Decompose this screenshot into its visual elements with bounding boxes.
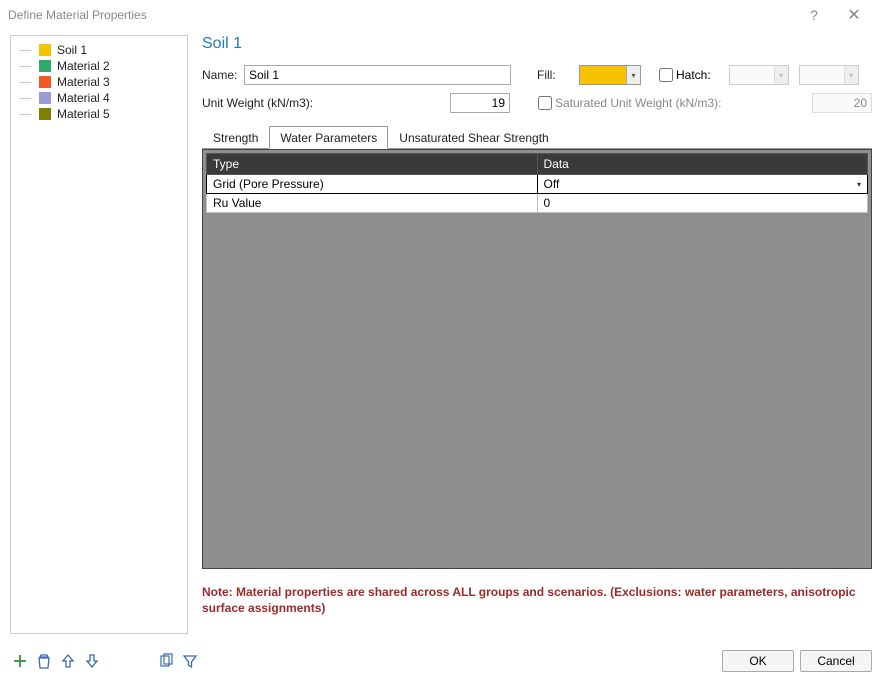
hatch-checkbox[interactable]: Hatch:: [659, 68, 711, 82]
grid-row[interactable]: Grid (Pore Pressure) Off ▾: [207, 175, 868, 194]
filter-button[interactable]: [180, 651, 200, 671]
plus-icon: [12, 653, 28, 669]
tab-water-parameters[interactable]: Water Parameters: [269, 126, 388, 149]
grid-cell-type[interactable]: Grid (Pore Pressure): [207, 175, 538, 194]
tabs: Strength Water Parameters Unsaturated Sh…: [202, 125, 872, 149]
fill-label: Fill:: [537, 68, 579, 82]
cancel-button[interactable]: Cancel: [800, 650, 872, 672]
col-header-data[interactable]: Data: [537, 154, 868, 175]
color-swatch: [39, 92, 51, 104]
tree-item-material3[interactable]: ····· Material 3: [15, 74, 183, 90]
name-label: Name:: [202, 68, 244, 82]
tree-connector: ·····: [19, 109, 37, 120]
titlebar: Define Material Properties ? ✕: [0, 0, 882, 30]
move-up-button[interactable]: [58, 651, 78, 671]
hatch-label: Hatch:: [676, 68, 711, 82]
dropdown-arrow-icon[interactable]: ▾: [853, 178, 865, 190]
bottom-toolbar: OK Cancel: [0, 643, 882, 679]
help-button[interactable]: ?: [794, 7, 834, 23]
grid-cell-type[interactable]: Ru Value: [207, 194, 538, 213]
tree-connector: ·····: [19, 45, 37, 56]
tree-item-material4[interactable]: ····· Material 4: [15, 90, 183, 106]
arrow-down-icon: [84, 653, 100, 669]
color-swatch: [39, 44, 51, 56]
chevron-down-icon: ▾: [844, 66, 858, 84]
tree-connector: ·····: [19, 93, 37, 104]
material-tree[interactable]: ····· Soil 1 ····· Material 2 ····· Mate…: [10, 35, 188, 634]
tree-connector: ·····: [19, 61, 37, 72]
name-input[interactable]: [244, 65, 511, 85]
add-button[interactable]: [10, 651, 30, 671]
tree-label: Material 3: [57, 75, 110, 89]
col-header-type[interactable]: Type: [207, 154, 538, 175]
tree-item-material2[interactable]: ····· Material 2: [15, 58, 183, 74]
color-swatch: [39, 60, 51, 72]
copy-button[interactable]: [156, 651, 176, 671]
tab-unsaturated[interactable]: Unsaturated Shear Strength: [388, 126, 559, 149]
note-text: Note: Material properties are shared acr…: [202, 585, 872, 616]
grid-cell-data[interactable]: 0: [537, 194, 868, 213]
tree-item-soil1[interactable]: ····· Soil 1: [15, 42, 183, 58]
tree-label: Soil 1: [57, 43, 87, 57]
window-title: Define Material Properties: [8, 8, 794, 22]
tab-strength[interactable]: Strength: [202, 126, 269, 149]
parameter-grid[interactable]: Type Data Grid (Pore Pressure) Off ▾ Ru …: [202, 149, 872, 569]
hatch-checkbox-input[interactable]: [659, 68, 673, 82]
color-swatch: [39, 76, 51, 88]
saturated-checkbox[interactable]: Saturated Unit Weight (kN/m3):: [538, 96, 722, 110]
hatch-pattern-select: ▾: [729, 65, 789, 85]
grid-row[interactable]: Ru Value 0: [207, 194, 868, 213]
saturated-label: Saturated Unit Weight (kN/m3):: [555, 96, 722, 110]
trash-icon: [36, 653, 52, 669]
material-title: Soil 1: [202, 35, 872, 53]
close-button[interactable]: ✕: [834, 5, 874, 25]
delete-button[interactable]: [34, 651, 54, 671]
saturated-input: [812, 93, 872, 113]
saturated-checkbox-input[interactable]: [538, 96, 552, 110]
tree-item-material5[interactable]: ····· Material 5: [15, 106, 183, 122]
tree-label: Material 4: [57, 91, 110, 105]
tree-label: Material 2: [57, 59, 110, 73]
tree-label: Material 5: [57, 107, 110, 121]
arrow-up-icon: [60, 653, 76, 669]
color-swatch: [39, 108, 51, 120]
main-panel: Soil 1 Name: Fill: ▾ Hatch: ▾ ▾ Unit Wei…: [188, 35, 872, 634]
copy-icon: [158, 653, 174, 669]
tree-connector: ·····: [19, 77, 37, 88]
chevron-down-icon: ▾: [774, 66, 788, 84]
unitweight-label: Unit Weight (kN/m3):: [202, 96, 450, 110]
hatch-color-select: ▾: [799, 65, 859, 85]
ok-button[interactable]: OK: [722, 650, 794, 672]
move-down-button[interactable]: [82, 651, 102, 671]
grid-cell-data[interactable]: Off ▾: [537, 175, 868, 194]
chevron-down-icon: ▾: [626, 66, 640, 84]
fill-color-select[interactable]: ▾: [579, 65, 641, 85]
unitweight-input[interactable]: [450, 93, 510, 113]
filter-icon: [182, 653, 198, 669]
